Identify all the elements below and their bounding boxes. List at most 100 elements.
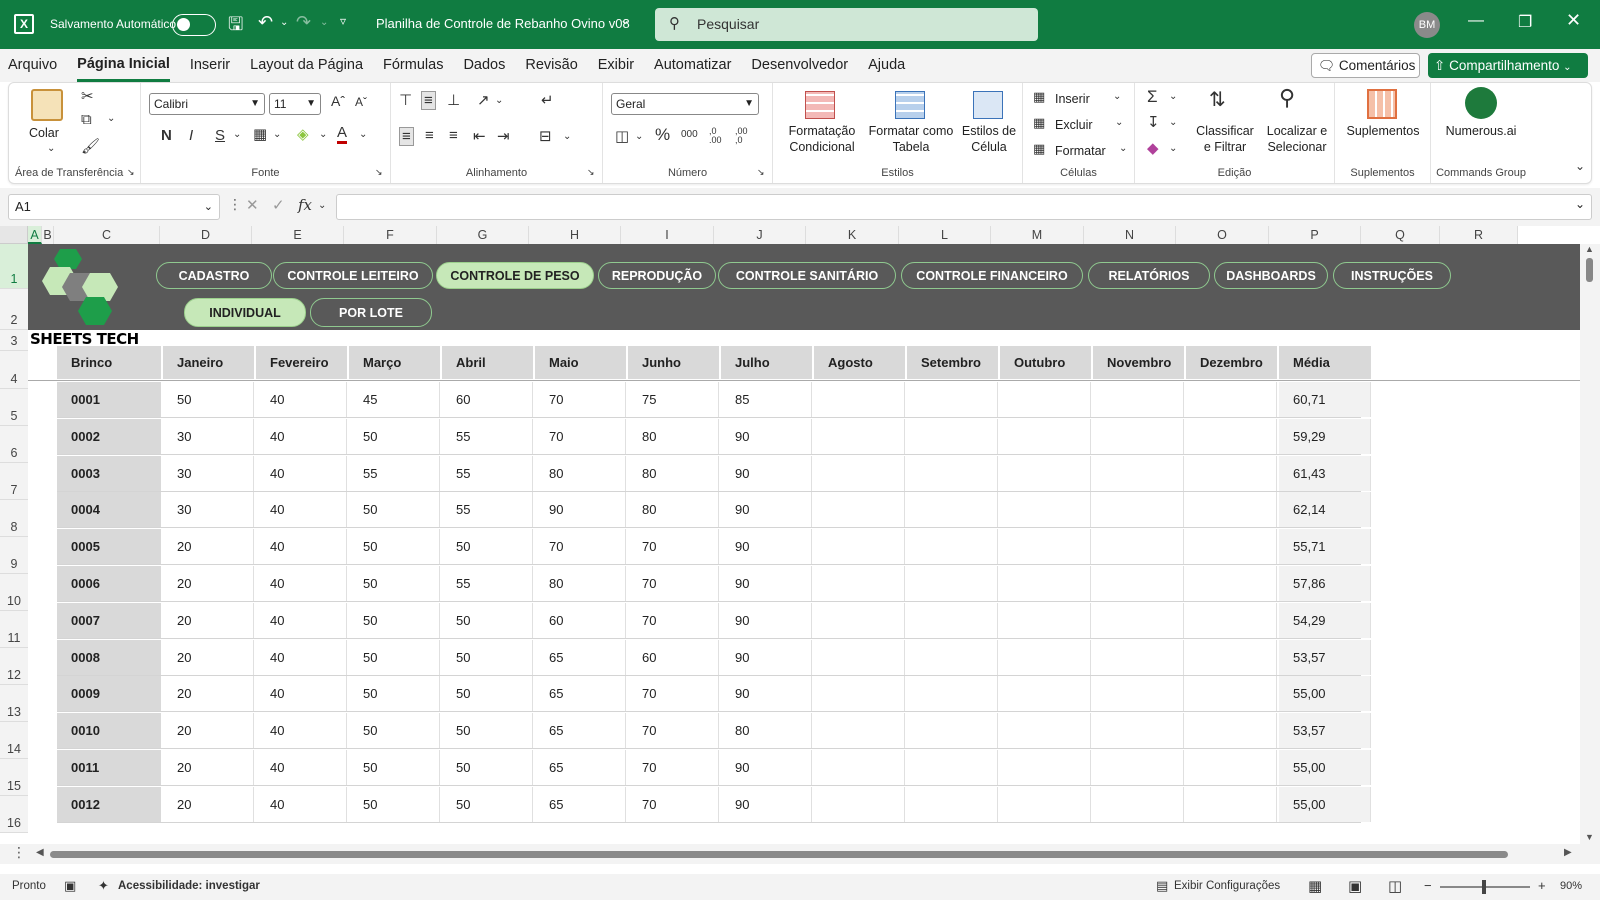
- delete-chevron-down-icon[interactable]: ⌄: [1115, 117, 1123, 128]
- paste-label[interactable]: Colar: [29, 125, 59, 141]
- table-cell[interactable]: 65: [535, 676, 626, 712]
- table-header-cell[interactable]: Agosto: [814, 346, 905, 379]
- table-cell[interactable]: 70: [628, 529, 719, 565]
- table-cell[interactable]: 80: [535, 455, 626, 491]
- table-cell[interactable]: [1093, 786, 1184, 822]
- format-cells-label[interactable]: Formatar: [1055, 143, 1106, 159]
- table-cell[interactable]: 20: [163, 529, 254, 565]
- table-cell[interactable]: [907, 455, 998, 491]
- zoom-in-icon[interactable]: +: [1538, 878, 1546, 893]
- table-cell[interactable]: 70: [628, 676, 719, 712]
- table-header-cell[interactable]: Outubro: [1000, 346, 1091, 379]
- menu-dados[interactable]: Dados: [463, 49, 505, 82]
- sort-filter-label-2[interactable]: e Filtrar: [1187, 139, 1263, 155]
- table-cell-media[interactable]: 55,71: [1279, 529, 1371, 565]
- table-cell[interactable]: [1186, 418, 1277, 454]
- table-cell[interactable]: 50: [349, 713, 440, 749]
- formula-expand-chevron-down-icon[interactable]: ⌄: [1575, 197, 1585, 211]
- table-cell[interactable]: 70: [628, 750, 719, 785]
- table-cell[interactable]: 40: [256, 566, 347, 601]
- table-cell-media[interactable]: 59,29: [1279, 418, 1371, 454]
- find-select-label-1[interactable]: Localizar e: [1261, 123, 1333, 139]
- table-cell[interactable]: [814, 566, 905, 601]
- percent-button[interactable]: %: [655, 125, 670, 145]
- table-cell-brinco[interactable]: 0006: [57, 566, 161, 601]
- table-cell[interactable]: [1000, 602, 1091, 638]
- nav-controle-de-peso[interactable]: CONTROLE DE PESO: [436, 262, 594, 289]
- table-cell[interactable]: 90: [721, 750, 812, 785]
- conditional-format-label-1[interactable]: Formatação: [783, 123, 861, 139]
- cell-styles-label-1[interactable]: Estilos de: [959, 123, 1019, 139]
- name-box-chevron-down-icon[interactable]: ⌄: [204, 195, 213, 219]
- borders-chevron-down-icon[interactable]: ⌄: [273, 129, 281, 140]
- table-cell[interactable]: [1093, 455, 1184, 491]
- cell-styles-icon[interactable]: [973, 91, 1003, 119]
- nav-reproducao[interactable]: REPRODUÇÃO: [598, 262, 716, 289]
- nav-cadastro[interactable]: CADASTRO: [156, 262, 272, 289]
- menu-inserir[interactable]: Inserir: [190, 49, 230, 82]
- borders-icon[interactable]: ▦: [253, 125, 267, 143]
- table-cell[interactable]: 40: [256, 750, 347, 785]
- cell-styles-label-2[interactable]: Célula: [959, 139, 1019, 155]
- table-cell[interactable]: 60: [628, 639, 719, 675]
- zoom-out-icon[interactable]: −: [1424, 878, 1432, 893]
- column-header-l[interactable]: L: [899, 226, 991, 244]
- decrease-decimal-button[interactable]: ,00 ,0: [735, 127, 757, 145]
- formula-input[interactable]: ⌄: [336, 194, 1592, 220]
- nav-relatorios[interactable]: RELATÓRIOS: [1088, 262, 1210, 289]
- display-settings-label[interactable]: Exibir Configurações: [1174, 880, 1280, 892]
- table-cell[interactable]: [1093, 750, 1184, 785]
- table-cell[interactable]: [814, 602, 905, 638]
- row-header-16[interactable]: 16: [0, 796, 28, 833]
- table-cell[interactable]: 20: [163, 713, 254, 749]
- table-cell[interactable]: [814, 713, 905, 749]
- currency-icon[interactable]: ◫: [615, 127, 629, 145]
- row-header-2[interactable]: 2: [0, 289, 28, 330]
- table-cell[interactable]: [1000, 676, 1091, 712]
- table-cell[interactable]: [1000, 786, 1091, 822]
- table-cell[interactable]: 70: [628, 786, 719, 822]
- align-left-icon[interactable]: ≡: [399, 127, 414, 146]
- more-options-icon[interactable]: ⋮: [228, 196, 242, 213]
- table-cell[interactable]: 50: [349, 492, 440, 528]
- row-header-4[interactable]: 4: [0, 351, 28, 389]
- table-header-cell[interactable]: Março: [349, 346, 440, 379]
- table-cell[interactable]: 65: [535, 786, 626, 822]
- table-cell[interactable]: 40: [256, 382, 347, 417]
- select-all-corner[interactable]: [0, 226, 28, 244]
- table-cell[interactable]: 60: [442, 382, 533, 417]
- table-cell[interactable]: 50: [349, 786, 440, 822]
- font-name-select[interactable]: Calibri ▼: [149, 93, 265, 115]
- table-cell[interactable]: [1186, 786, 1277, 822]
- scroll-down-icon[interactable]: ▼: [1585, 832, 1594, 842]
- paste-chevron-down-icon[interactable]: ⌄: [47, 143, 55, 154]
- table-header-cell[interactable]: Dezembro: [1186, 346, 1277, 379]
- fill-chevron-down-icon[interactable]: ⌄: [1169, 117, 1177, 128]
- page-break-view-icon[interactable]: ◫: [1388, 877, 1402, 895]
- table-cell[interactable]: 50: [349, 418, 440, 454]
- table-cell-media[interactable]: 57,86: [1279, 566, 1371, 601]
- nav-controle-financeiro[interactable]: CONTROLE FINANCEIRO: [901, 262, 1083, 289]
- column-header-e[interactable]: E: [252, 226, 344, 244]
- table-cell[interactable]: [1186, 676, 1277, 712]
- row-header-15[interactable]: 15: [0, 759, 28, 796]
- sort-filter-label-1[interactable]: Classificar: [1187, 123, 1263, 139]
- scroll-up-icon[interactable]: ▲: [1585, 244, 1594, 254]
- accessibility-status[interactable]: Acessibilidade: investigar: [118, 880, 260, 892]
- orientation-icon[interactable]: ↗: [477, 91, 490, 109]
- table-cell[interactable]: [1093, 492, 1184, 528]
- zoom-slider-thumb[interactable]: [1482, 880, 1486, 894]
- table-cell[interactable]: 20: [163, 602, 254, 638]
- alignment-launcher-icon[interactable]: ↘: [587, 167, 595, 178]
- column-header-h[interactable]: H: [529, 226, 621, 244]
- align-right-icon[interactable]: ≡: [449, 127, 458, 144]
- nav-controle-sanitario[interactable]: CONTROLE SANITÁRIO: [718, 262, 896, 289]
- table-cell[interactable]: 55: [442, 492, 533, 528]
- table-header-cell[interactable]: Novembro: [1093, 346, 1184, 379]
- numerous-ai-label[interactable]: Numerous.ai: [1431, 123, 1531, 139]
- table-cell[interactable]: 70: [535, 382, 626, 417]
- column-header-d[interactable]: D: [160, 226, 252, 244]
- table-cell[interactable]: [1186, 529, 1277, 565]
- table-cell[interactable]: 80: [535, 566, 626, 601]
- table-cell[interactable]: 40: [256, 529, 347, 565]
